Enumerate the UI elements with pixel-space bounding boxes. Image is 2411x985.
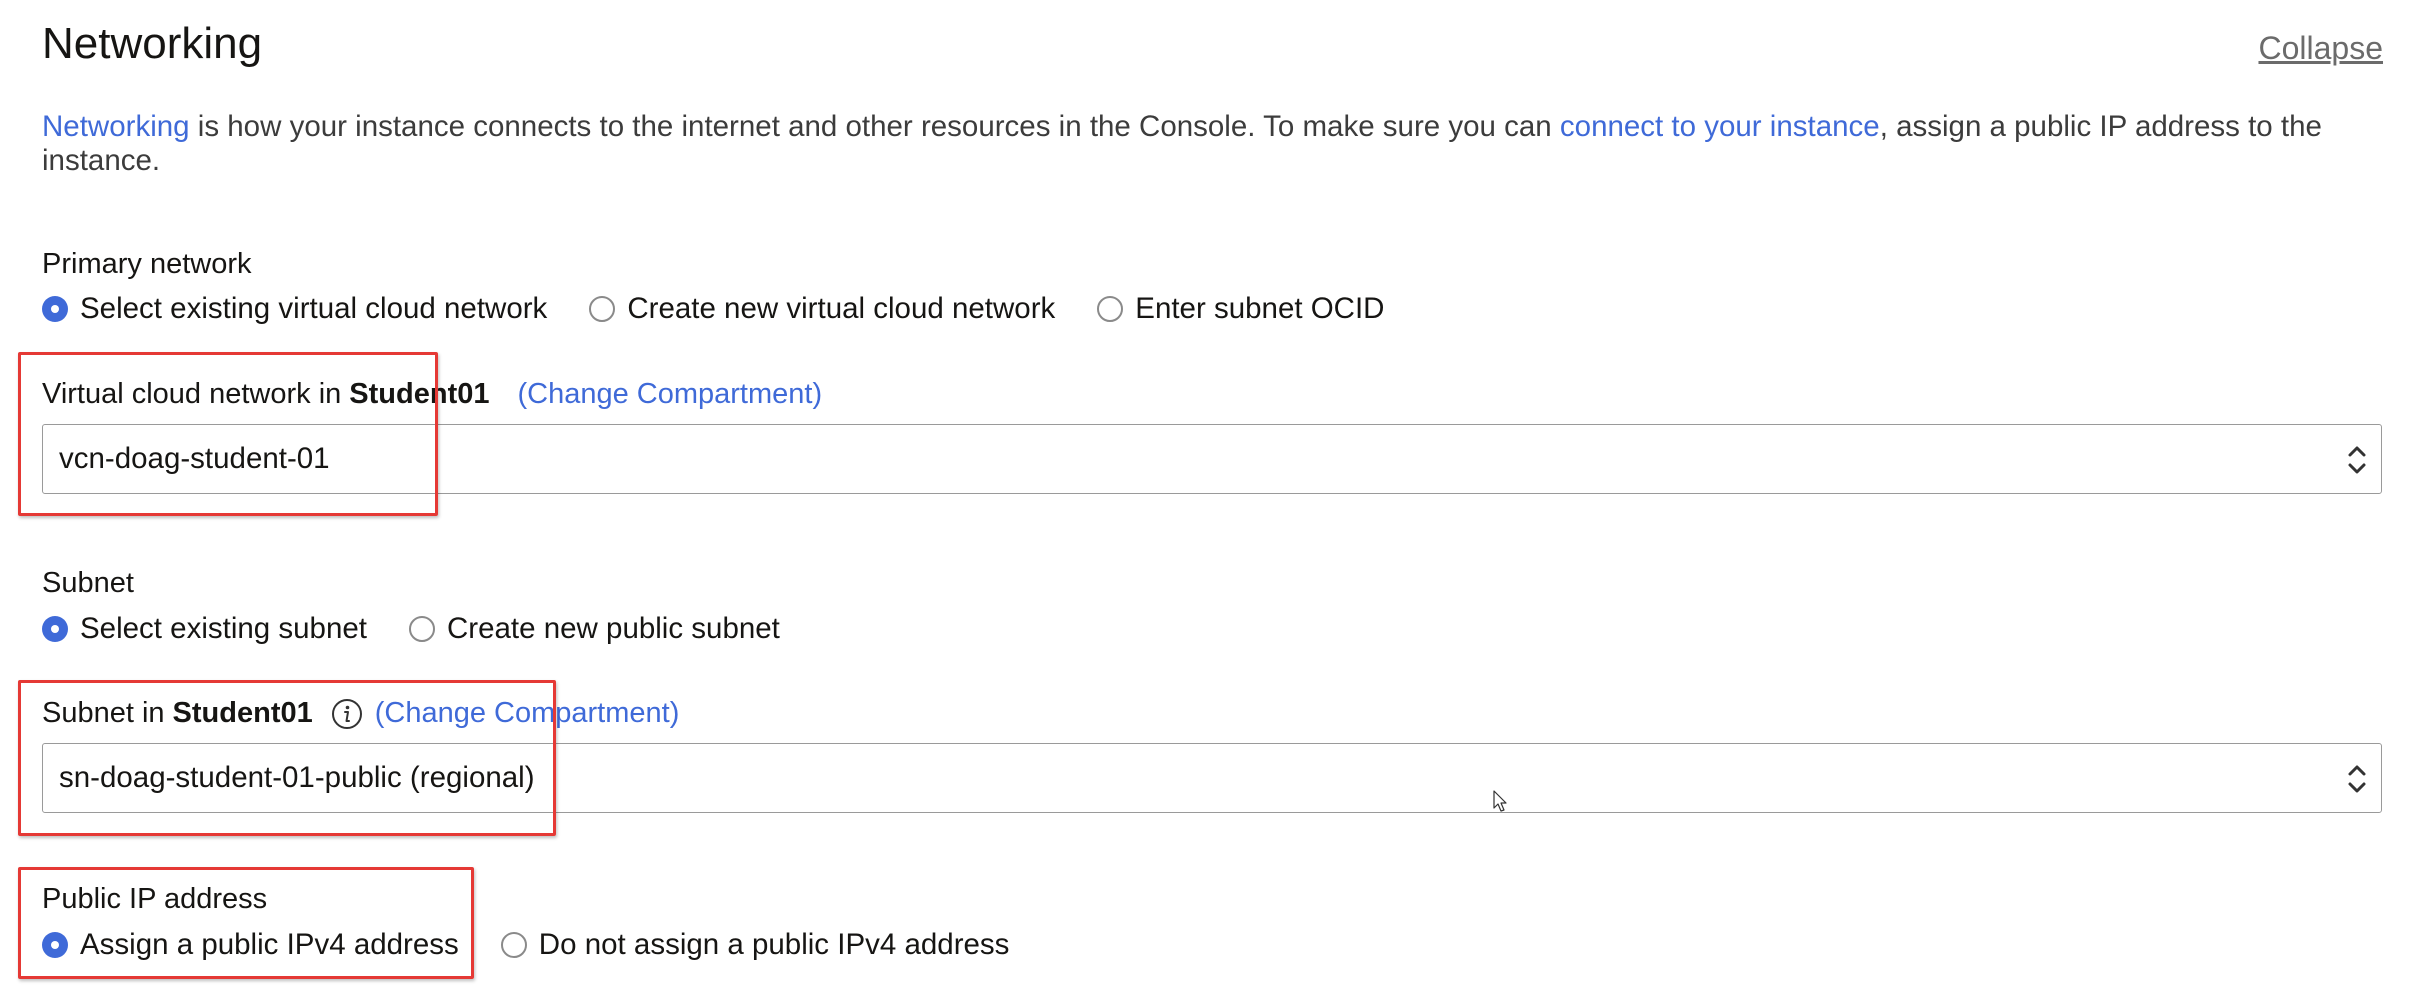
radio-create-new-vcn[interactable]: Create new virtual cloud network xyxy=(589,292,1055,326)
vcn-compartment-name: Student01 xyxy=(349,378,490,410)
radio-label: Assign a public IPv4 address xyxy=(80,928,459,961)
radio-assign-public-ip[interactable]: Assign a public IPv4 address xyxy=(42,928,459,962)
radio-button-selected[interactable] xyxy=(42,616,68,642)
networking-link[interactable]: Networking xyxy=(42,110,190,143)
subnet-select[interactable]: sn-doag-student-01-public (regional) xyxy=(42,743,2382,813)
vcn-select[interactable]: vcn-doag-student-01 xyxy=(42,424,2382,494)
radio-label: Select existing virtual cloud network xyxy=(80,292,548,325)
radio-button-selected[interactable] xyxy=(42,932,68,958)
chevron-updown-icon xyxy=(2348,446,2366,474)
radio-label: Create new public subnet xyxy=(446,612,780,645)
radio-select-existing-subnet[interactable]: Select existing subnet xyxy=(42,612,367,646)
radio-label: Do not assign a public IPv4 address xyxy=(538,928,1010,961)
subnet-label-prefix: Subnet in xyxy=(42,697,165,729)
radio-label: Select existing subnet xyxy=(80,612,367,645)
radio-button[interactable] xyxy=(500,932,527,958)
radio-label: Create new virtual cloud network xyxy=(627,292,1056,325)
radio-do-not-assign-public-ip[interactable]: Do not assign a public IPv4 address xyxy=(500,928,1010,962)
radio-button-selected[interactable] xyxy=(42,296,68,322)
section-title: Networking xyxy=(42,19,263,68)
public-ip-radio-group: Assign a public IPv4 address Do not assi… xyxy=(42,928,1051,962)
intro-text: Networking is how your instance connects… xyxy=(42,110,2362,178)
vcn-field-label: Virtual cloud network in Student01 (Chan… xyxy=(42,378,822,411)
subnet-field-label: Subnet in Student01 (Change Compartment) xyxy=(42,697,679,730)
subnet-change-compartment-link[interactable]: (Change Compartment) xyxy=(375,697,680,730)
vcn-select-value: vcn-doag-student-01 xyxy=(59,442,330,475)
intro-text-part1: is how your instance connects to the int… xyxy=(189,110,1560,143)
radio-select-existing-vcn[interactable]: Select existing virtual cloud network xyxy=(42,292,547,326)
chevron-updown-icon xyxy=(2348,765,2366,793)
radio-button[interactable] xyxy=(408,616,435,642)
vcn-change-compartment-link[interactable]: (Change Compartment) xyxy=(517,378,822,411)
subnet-select-value: sn-doag-student-01-public (regional) xyxy=(59,761,535,794)
subnet-radio-group: Select existing subnet Create new public… xyxy=(42,612,822,646)
subnet-label: Subnet xyxy=(42,567,134,599)
connect-instance-link[interactable]: connect to your instance xyxy=(1560,110,1880,143)
radio-enter-subnet-ocid[interactable]: Enter subnet OCID xyxy=(1097,292,1385,326)
collapse-link[interactable]: Collapse xyxy=(2258,30,2383,67)
primary-network-label: Primary network xyxy=(42,248,252,280)
radio-button[interactable] xyxy=(589,296,616,322)
subnet-compartment-name: Student01 xyxy=(172,697,313,729)
radio-button[interactable] xyxy=(1097,296,1124,322)
primary-network-radio-group: Select existing virtual cloud network Cr… xyxy=(42,292,1427,326)
radio-create-new-public-subnet[interactable]: Create new public subnet xyxy=(408,612,780,646)
info-icon[interactable] xyxy=(331,698,363,730)
mouse-cursor-icon xyxy=(1493,790,1507,812)
radio-label: Enter subnet OCID xyxy=(1135,292,1385,325)
public-ip-label: Public IP address xyxy=(42,883,268,915)
vcn-label-prefix: Virtual cloud network in xyxy=(42,378,342,410)
